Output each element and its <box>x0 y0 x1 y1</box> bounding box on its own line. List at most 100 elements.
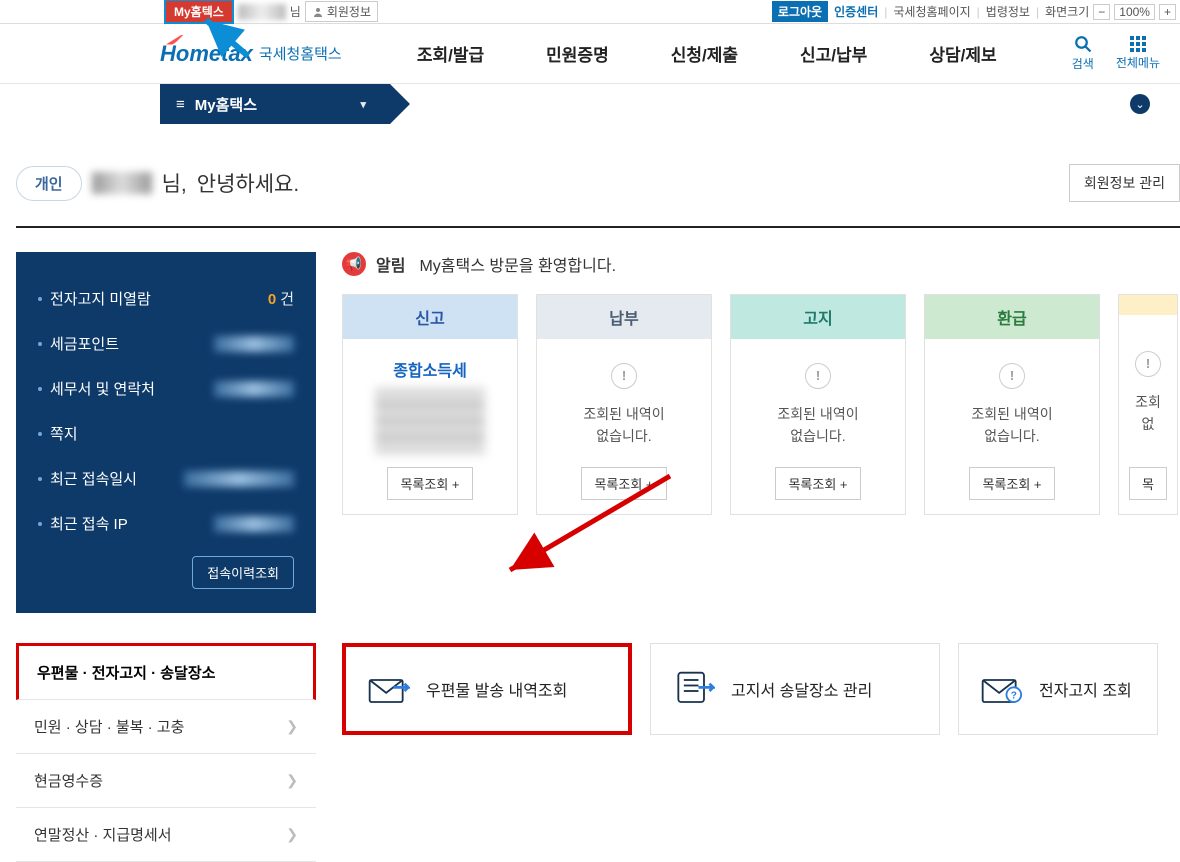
ribbon-title: My홈택스 <box>195 94 257 115</box>
document-manage-icon <box>671 669 715 709</box>
person-icon <box>312 6 324 18</box>
megaphone-icon: 📢 <box>342 252 366 276</box>
card-head <box>1119 295 1177 315</box>
blurred-value <box>214 336 294 352</box>
action-cards: 우편물 발송 내역조회 고지서 송달장소 관리 ? 전자고지 조회 <box>342 643 1180 862</box>
logout-button[interactable]: 로그아웃 <box>772 1 828 22</box>
separator: | <box>884 5 887 19</box>
svg-text:?: ? <box>1011 690 1017 701</box>
list-button[interactable]: 목록조회 + <box>581 467 666 500</box>
screen-size-link[interactable]: 화면크기 <box>1045 3 1089 20</box>
search-icon <box>1074 35 1092 53</box>
law-info-link[interactable]: 법령정보 <box>986 3 1030 20</box>
memberinfo-label: 회원정보 <box>327 3 371 20</box>
summary-item-taxpoint[interactable]: 세금포인트 <box>38 321 294 366</box>
exclamation-icon: ! <box>611 363 637 389</box>
tab-label: 우편물 · 전자고지 · 송달장소 <box>37 662 215 683</box>
member-manage-button[interactable]: 회원정보 관리 <box>1069 164 1180 202</box>
card-subtitle: 종합소득세 <box>393 357 467 381</box>
logo-mark: Hometax <box>160 41 253 67</box>
nav-apply[interactable]: 신청/제출 <box>671 41 738 66</box>
zoom-value: 100% <box>1114 4 1155 20</box>
action-label: 우편물 발송 내역조회 <box>426 677 567 701</box>
card-head: 환급 <box>925 295 1099 339</box>
hamburger-icon: ≡ <box>176 96 185 113</box>
allmenu-button[interactable]: 전체메뉴 <box>1116 36 1160 71</box>
search-label: 검색 <box>1072 55 1094 72</box>
summary-item-message[interactable]: 쪽지 <box>38 411 294 456</box>
card-refund: 환급 ! 조회된 내역이없습니다. 목록조회 + <box>924 294 1100 515</box>
tab-civil[interactable]: 민원 · 상담 · 불복 · 고충 ❯ <box>16 700 316 754</box>
myhometax-button[interactable]: My홈텍스 <box>164 0 234 24</box>
right-column: 📢 알림 My홈택스 방문을 환영합니다. 신고 종합소득세 목록조회 + 납부 <box>342 252 1180 613</box>
tab-mail[interactable]: 우편물 · 전자고지 · 송달장소 <box>16 643 316 700</box>
greeting-row: 개인 님, 안녕하세요. 회원정보 관리 <box>16 164 1180 228</box>
nts-home-link[interactable]: 국세청홈페이지 <box>893 3 970 20</box>
blurred-content <box>375 389 485 453</box>
action-delivery-location[interactable]: 고지서 송달장소 관리 <box>650 643 940 735</box>
no-data-text: 조회된 내역이없습니다. <box>583 403 664 448</box>
greeting-hello: 안녕하세요. <box>197 168 299 198</box>
tab-label: 민원 · 상담 · 불복 · 고충 <box>34 716 184 737</box>
tab-cash-receipt[interactable]: 현금영수증 ❯ <box>16 754 316 808</box>
card-payment: 납부 ! 조회된 내역이없습니다. 목록조회 + <box>536 294 712 515</box>
chevron-right-icon: ❯ <box>286 718 298 735</box>
tab-label: 연말정산 · 지급명세서 <box>34 824 172 845</box>
card-truncated: ! 조회없 목 <box>1118 294 1178 515</box>
list-button[interactable]: 목록조회 + <box>387 467 472 500</box>
summary-item-office[interactable]: 세무서 및 연락처 <box>38 366 294 411</box>
summary-label: 전자고지 미열람 <box>50 288 151 309</box>
nav-inquiry[interactable]: 조회/발급 <box>417 41 484 66</box>
action-label: 전자고지 조회 <box>1039 677 1132 701</box>
separator: | <box>1036 5 1039 19</box>
login-history-button[interactable]: 접속이력조회 <box>192 556 294 589</box>
account-type-badge: 개인 <box>16 166 82 201</box>
exclamation-icon: ! <box>805 363 831 389</box>
ribbon-expand[interactable]: ⌄ <box>1130 94 1150 114</box>
nav-civil[interactable]: 민원증명 <box>546 41 609 66</box>
search-button[interactable]: 검색 <box>1072 35 1094 72</box>
envelope-send-icon <box>366 669 410 709</box>
card-head: 고지 <box>731 295 905 339</box>
list-button[interactable]: 목 <box>1129 467 1167 500</box>
chevron-right-icon: ❯ <box>286 772 298 789</box>
zoom-minus[interactable]: − <box>1093 4 1110 20</box>
username-blurred <box>238 4 286 20</box>
summary-item-notice[interactable]: 전자고지 미열람 0건 <box>38 276 294 321</box>
blurred-value <box>214 516 294 532</box>
list-button[interactable]: 목록조회 + <box>969 467 1054 500</box>
action-mail-history[interactable]: 우편물 발송 내역조회 <box>342 643 632 735</box>
summary-label: 최근 접속 IP <box>50 513 128 534</box>
certcenter-link[interactable]: 인증센터 <box>834 3 878 20</box>
username-blurred-large <box>92 172 152 194</box>
account-summary-panel: 전자고지 미열람 0건 세금포인트 세무서 및 연락처 쪽지 최근 접속일시 <box>16 252 316 613</box>
list-button[interactable]: 목록조회 + <box>775 467 860 500</box>
zoom-plus[interactable]: + <box>1159 4 1176 20</box>
no-data-text: 조회된 내역이없습니다. <box>777 403 858 448</box>
summary-label: 쪽지 <box>50 423 78 444</box>
summary-value: 0건 <box>268 288 294 309</box>
nav-consult[interactable]: 상담/제보 <box>929 41 996 66</box>
no-data-text: 조회없 <box>1135 391 1161 436</box>
tab-yearend[interactable]: 연말정산 · 지급명세서 ❯ <box>16 808 316 862</box>
allmenu-label: 전체메뉴 <box>1116 54 1160 71</box>
nav-report[interactable]: 신고/납부 <box>800 41 867 66</box>
logo[interactable]: Hometax 국세청홈택스 <box>160 41 342 67</box>
action-enotice[interactable]: ? 전자고지 조회 <box>958 643 1158 735</box>
no-data-text: 조회된 내역이없습니다. <box>971 403 1052 448</box>
card-head: 납부 <box>537 295 711 339</box>
bottom-section: 우편물 · 전자고지 · 송달장소 민원 · 상담 · 불복 · 고충 ❯ 현금… <box>16 643 1180 862</box>
exclamation-icon: ! <box>999 363 1025 389</box>
category-tabs: 우편물 · 전자고지 · 송달장소 민원 · 상담 · 불복 · 고충 ❯ 현금… <box>16 643 316 862</box>
alert-label: 알림 <box>376 252 405 276</box>
alert-row: 📢 알림 My홈택스 방문을 환영합니다. <box>342 252 1180 276</box>
summary-item-last-ip[interactable]: 최근 접속 IP <box>38 501 294 546</box>
main-nav: 조회/발급 민원증명 신청/제출 신고/납부 상담/제보 <box>342 41 1072 66</box>
separator: | <box>977 5 980 19</box>
breadcrumb-ribbon: ≡ My홈택스 ▾ ⌄ <box>0 84 1180 124</box>
memberinfo-button[interactable]: 회원정보 <box>305 1 378 22</box>
ribbon-dropdown[interactable]: ≡ My홈택스 ▾ <box>160 84 390 124</box>
header: Hometax 국세청홈택스 조회/발급 민원증명 신청/제출 신고/납부 상담… <box>0 24 1180 84</box>
alert-text: My홈택스 방문을 환영합니다. <box>419 252 616 276</box>
summary-item-last-login[interactable]: 최근 접속일시 <box>38 456 294 501</box>
